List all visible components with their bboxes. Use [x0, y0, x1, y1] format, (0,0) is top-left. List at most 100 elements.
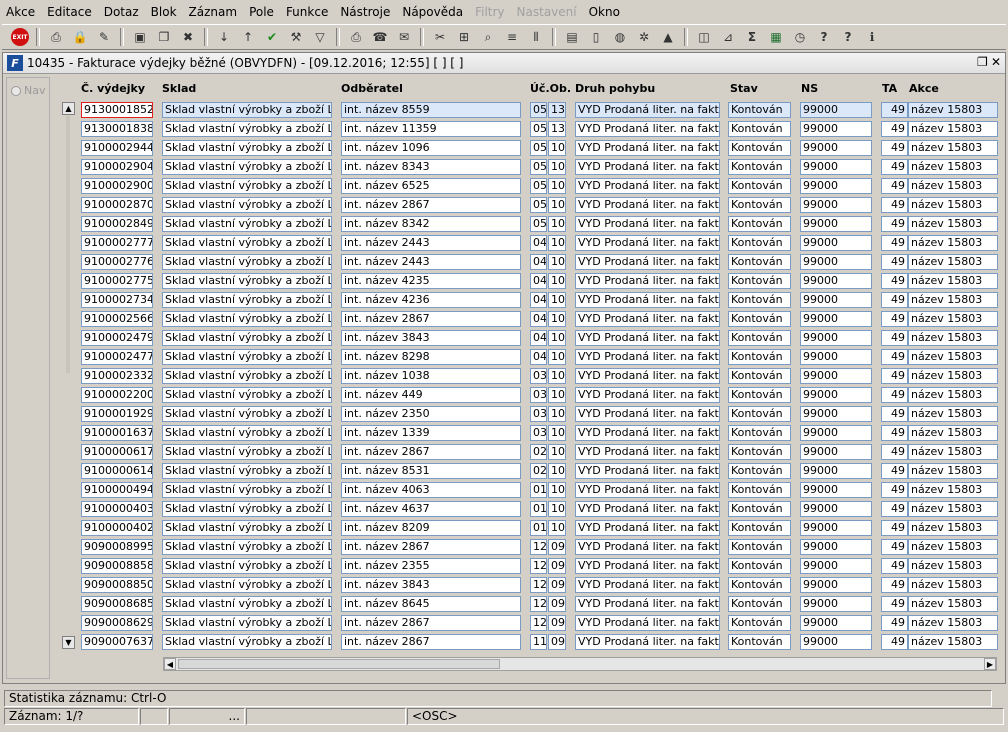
- menu-nastaveni[interactable]: Nastavení: [511, 0, 583, 24]
- cell-ob[interactable]: 10: [548, 216, 566, 232]
- tree-button[interactable]: ⊞: [454, 27, 474, 47]
- menu-filtry[interactable]: Filtry: [469, 0, 510, 24]
- cell-vydejka[interactable]: 9100002900: [81, 178, 153, 194]
- cell-druh[interactable]: VYD Prodaná liter. na fakturu: [575, 406, 720, 422]
- info-button[interactable]: ℹ: [862, 27, 882, 47]
- cell-vydejka[interactable]: 9100001637: [81, 425, 153, 441]
- cell-akce[interactable]: název 15803: [908, 482, 998, 498]
- cell-odberatel[interactable]: int. název 2867: [341, 197, 521, 213]
- cell-uc[interactable]: 01: [530, 520, 547, 536]
- cell-sklad[interactable]: Sklad vlastní výrobky a zboží Liber: [162, 292, 332, 308]
- cell-akce[interactable]: název 15803: [908, 634, 998, 650]
- cell-uc[interactable]: 12: [530, 596, 547, 612]
- page-button[interactable]: ▯: [586, 27, 606, 47]
- cell-sklad[interactable]: Sklad vlastní výrobky a zboží Liber: [162, 197, 332, 213]
- cell-stav[interactable]: Kontován: [728, 482, 791, 498]
- delete-record-button[interactable]: ✖: [178, 27, 198, 47]
- cell-ob[interactable]: 09: [548, 577, 566, 593]
- cell-odberatel[interactable]: int. název 8645: [341, 596, 521, 612]
- cell-ns[interactable]: 99000: [800, 615, 872, 631]
- help-button[interactable]: ?: [814, 27, 834, 47]
- cell-sklad[interactable]: Sklad vlastní výrobky a zboží Liber: [162, 501, 332, 517]
- cell-druh[interactable]: VYD Prodaná liter. na fakturu: [575, 615, 720, 631]
- cell-ns[interactable]: 99000: [800, 197, 872, 213]
- cell-stav[interactable]: Kontován: [728, 178, 791, 194]
- cell-sklad[interactable]: Sklad vlastní výrobky a zboží Liber: [162, 368, 332, 384]
- print-preview-button[interactable]: ⎙: [46, 27, 66, 47]
- cell-druh[interactable]: VYD Prodaná liter. na fakturu: [575, 311, 720, 327]
- cell-ns[interactable]: 99000: [800, 463, 872, 479]
- cell-ob[interactable]: 10: [548, 178, 566, 194]
- cell-sklad[interactable]: Sklad vlastní výrobky a zboží Liber: [162, 520, 332, 536]
- cell-ta[interactable]: 49: [881, 311, 908, 327]
- cell-ta[interactable]: 49: [881, 216, 908, 232]
- cell-odberatel[interactable]: int. název 8342: [341, 216, 521, 232]
- filter-button[interactable]: ▽: [310, 27, 330, 47]
- cell-stav[interactable]: Kontován: [728, 387, 791, 403]
- cell-sklad[interactable]: Sklad vlastní výrobky a zboží Liber: [162, 596, 332, 612]
- cell-uc[interactable]: 11: [530, 634, 547, 650]
- cell-vydejka[interactable]: 9100002870: [81, 197, 153, 213]
- cell-stav[interactable]: Kontován: [728, 140, 791, 156]
- cell-uc[interactable]: 05: [530, 216, 547, 232]
- cell-ob[interactable]: 13: [548, 121, 566, 137]
- cell-druh[interactable]: VYD Prodaná liter. na fakturu: [575, 178, 720, 194]
- cell-ta[interactable]: 49: [881, 501, 908, 517]
- cell-druh[interactable]: VYD Prodaná liter. na fakturu: [575, 520, 720, 536]
- cell-ob[interactable]: 10: [548, 140, 566, 156]
- cell-vydejka[interactable]: 9100002477: [81, 349, 153, 365]
- cell-odberatel[interactable]: int. název 2867: [341, 539, 521, 555]
- cell-druh[interactable]: VYD Prodaná liter. na fakturu: [575, 425, 720, 441]
- cell-ns[interactable]: 99000: [800, 577, 872, 593]
- cell-ob[interactable]: 13: [548, 102, 566, 118]
- cell-akce[interactable]: název 15803: [908, 273, 998, 289]
- report-button[interactable]: ▤: [562, 27, 582, 47]
- cell-uc[interactable]: 05: [530, 121, 547, 137]
- cell-druh[interactable]: VYD Prodaná liter. na fakturu: [575, 159, 720, 175]
- cell-sklad[interactable]: Sklad vlastní výrobky a zboží Liber: [162, 444, 332, 460]
- cell-sklad[interactable]: Sklad vlastní výrobky a zboží Liber: [162, 330, 332, 346]
- cell-uc[interactable]: 12: [530, 558, 547, 574]
- cell-sklad[interactable]: Sklad vlastní výrobky a zboží Liber: [162, 178, 332, 194]
- cell-odberatel[interactable]: int. název 4236: [341, 292, 521, 308]
- cell-uc[interactable]: 12: [530, 577, 547, 593]
- cell-uc[interactable]: 12: [530, 615, 547, 631]
- cell-stav[interactable]: Kontován: [728, 425, 791, 441]
- cell-akce[interactable]: název 15803: [908, 520, 998, 536]
- cell-odberatel[interactable]: int. název 4063: [341, 482, 521, 498]
- cell-vydejka[interactable]: 9090008685: [81, 596, 153, 612]
- cell-stav[interactable]: Kontován: [728, 197, 791, 213]
- cell-ob[interactable]: 10: [548, 425, 566, 441]
- cell-akce[interactable]: název 15803: [908, 121, 998, 137]
- cell-ob[interactable]: 09: [548, 596, 566, 612]
- sort-desc-button[interactable]: ↑: [238, 27, 258, 47]
- cell-vydejka[interactable]: 9100000402: [81, 520, 153, 536]
- cell-stav[interactable]: Kontován: [728, 330, 791, 346]
- cell-odberatel[interactable]: int. název 8209: [341, 520, 521, 536]
- cell-druh[interactable]: VYD Prodaná liter. na fakturu: [575, 596, 720, 612]
- cell-akce[interactable]: název 15803: [908, 254, 998, 270]
- cell-ob[interactable]: 09: [548, 558, 566, 574]
- cell-vydejka[interactable]: 9130001852: [81, 102, 153, 118]
- cell-ns[interactable]: 99000: [800, 501, 872, 517]
- cell-stav[interactable]: Kontován: [728, 634, 791, 650]
- cell-odberatel[interactable]: int. název 4637: [341, 501, 521, 517]
- cell-stav[interactable]: Kontován: [728, 159, 791, 175]
- cell-stav[interactable]: Kontován: [728, 501, 791, 517]
- menu-nastroje[interactable]: Nástroje: [334, 0, 396, 24]
- cell-ob[interactable]: 10: [548, 235, 566, 251]
- nav-radio-option[interactable]: Nav: [11, 84, 45, 97]
- cell-uc[interactable]: 05: [530, 140, 547, 156]
- cell-ob[interactable]: 10: [548, 159, 566, 175]
- menu-akce[interactable]: Akce: [0, 0, 41, 24]
- cell-ta[interactable]: 49: [881, 330, 908, 346]
- lock-button[interactable]: 🔒: [70, 27, 90, 47]
- cell-druh[interactable]: VYD Prodaná liter. na fakturu: [575, 463, 720, 479]
- cell-vydejka[interactable]: 9090008995: [81, 539, 153, 555]
- cell-ns[interactable]: 99000: [800, 140, 872, 156]
- cell-ns[interactable]: 99000: [800, 311, 872, 327]
- scrollbar-thumb[interactable]: [178, 659, 500, 669]
- cell-odberatel[interactable]: int. název 2443: [341, 254, 521, 270]
- cell-akce[interactable]: název 15803: [908, 197, 998, 213]
- cell-sklad[interactable]: Sklad vlastní výrobky a zboží Liber: [162, 140, 332, 156]
